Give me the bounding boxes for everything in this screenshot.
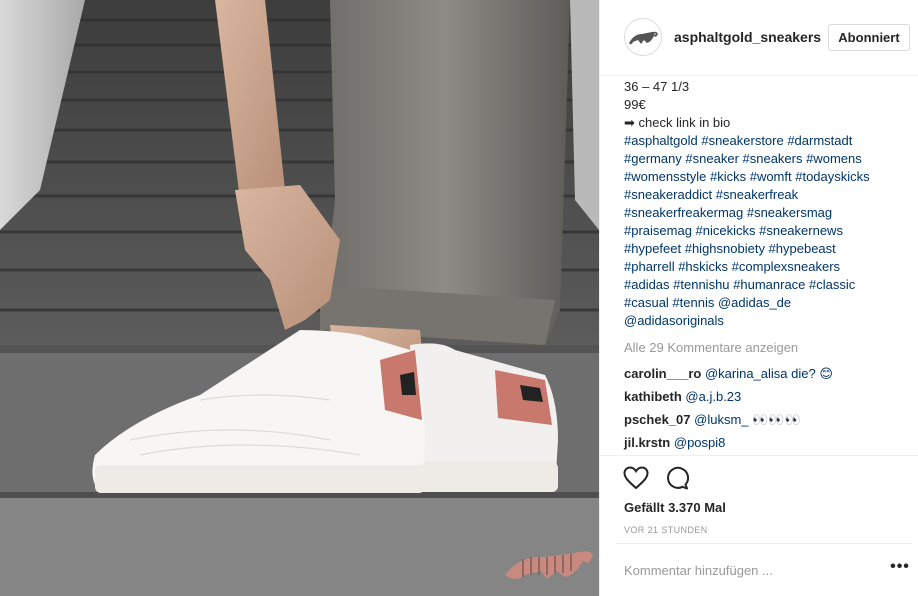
comment-item: carolin___ro @karina_alisa die? 😊 — [624, 365, 914, 388]
comment-item: jil.krstn @pospi8 — [624, 434, 914, 457]
caption-line: ➡ check link in bio — [624, 115, 731, 130]
comment-author[interactable]: pschek_07 — [624, 412, 691, 427]
hashtag-line[interactable]: #womensstyle #kicks #womft #todayskicks — [624, 168, 914, 186]
hashtag-list: #asphaltgold #sneakerstore #darmstadt #g… — [624, 132, 914, 330]
follow-button[interactable]: Abonniert — [828, 24, 910, 51]
load-more-comments-link[interactable]: Alle 29 Kommentare anzeigen — [624, 340, 798, 355]
caption-line: 99€ — [624, 97, 646, 112]
comment-input[interactable] — [624, 560, 864, 580]
caption-line: 36 – 47 1/3 — [624, 79, 690, 94]
comment-author[interactable]: carolin___ro — [624, 366, 701, 381]
comment-author[interactable]: jil.krstn — [624, 435, 670, 450]
username-link[interactable]: asphaltgold_sneakers — [674, 29, 821, 45]
hashtag-line[interactable]: #praisemag #nicekicks #sneakernews — [624, 222, 914, 240]
comment-text: @karina_alisa die? 😊 — [704, 366, 833, 381]
sneaker-photo — [0, 0, 599, 596]
post-caption: 36 – 47 1/3 99€ ➡ check link in bio #asp… — [624, 78, 914, 330]
comment-item: kathibeth @a.j.b.23 — [624, 388, 914, 411]
hashtag-line[interactable]: #sneakerfreakermag #sneakersmag — [624, 204, 914, 222]
comment-list: carolin___ro @karina_alisa die? 😊 kathib… — [624, 365, 914, 457]
post-actions: Gefällt 3.370 Mal VOR 21 STUNDEN ••• — [600, 455, 918, 595]
hashtag-line[interactable]: #sneakeraddict #sneakerfreak — [624, 186, 914, 204]
likes-count[interactable]: Gefällt 3.370 Mal — [624, 500, 726, 515]
post-header: asphaltgold_sneakers Abonniert — [600, 0, 918, 76]
comment-icon[interactable] — [665, 466, 689, 490]
heart-icon[interactable] — [623, 466, 649, 490]
hashtag-line[interactable]: #hypefeet #highsnobiety #hypebeast — [624, 240, 914, 258]
more-options-icon[interactable]: ••• — [890, 559, 910, 580]
add-comment-form: ••• — [616, 543, 912, 596]
comment-text: @a.j.b.23 — [685, 389, 742, 404]
comment-text: @luksm_ 👀👀👀 — [694, 412, 801, 427]
comment-author[interactable]: kathibeth — [624, 389, 682, 404]
comment-item: pschek_07 @luksm_ 👀👀👀 — [624, 411, 914, 434]
hashtag-line[interactable]: #casual #tennis @adidas_de — [624, 294, 914, 312]
comment-text: @pospi8 — [673, 435, 726, 450]
avatar[interactable] — [624, 18, 662, 56]
hashtag-line[interactable]: #asphaltgold #sneakerstore #darmstadt — [624, 132, 914, 150]
post-sidebar: asphaltgold_sneakers Abonniert 36 – 47 1… — [599, 0, 918, 596]
hashtag-line[interactable]: #germany #sneaker #sneakers #womens — [624, 150, 914, 168]
post-image[interactable] — [0, 0, 599, 596]
post-timestamp[interactable]: VOR 21 STUNDEN — [624, 525, 708, 535]
hashtag-line[interactable]: #pharrell #hskicks #complexsneakers — [624, 258, 914, 276]
panther-logo-icon — [629, 31, 658, 45]
hashtag-line[interactable]: #adidas #tennishu #humanrace #classic — [624, 276, 914, 294]
hashtag-line[interactable]: @adidasoriginals — [624, 312, 914, 330]
